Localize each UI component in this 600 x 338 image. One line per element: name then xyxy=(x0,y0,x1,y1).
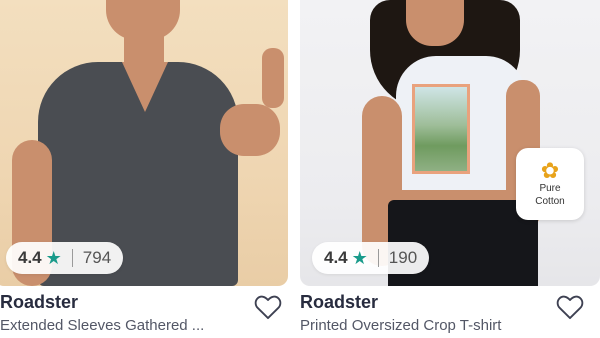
product-image[interactable]: ✿ Pure Cotton 4.4 ★ 190 xyxy=(300,0,600,286)
star-icon: ★ xyxy=(45,247,62,268)
rating-divider xyxy=(377,249,379,267)
rating-pill: 4.4 ★ 794 xyxy=(6,242,124,274)
badge-line2: Cotton xyxy=(535,196,565,207)
product-title: Extended Sleeves Gathered ... xyxy=(0,317,205,334)
product-brand: Roadster xyxy=(300,292,379,312)
rating-count: 190 xyxy=(388,248,418,267)
wishlist-heart-icon[interactable] xyxy=(556,294,584,320)
rating-value: 4.4 xyxy=(324,248,348,267)
product-info[interactable]: Roadster Extended Sleeves Gathered ... xyxy=(0,286,288,338)
model-face xyxy=(106,0,180,40)
product-title: Printed Oversized Crop T-shirt xyxy=(300,317,502,334)
model-fist xyxy=(262,48,284,108)
rating-divider xyxy=(71,249,73,267)
rating-value: 4.4 xyxy=(18,248,42,267)
rating-pill: 4.4 ★ 190 xyxy=(312,242,430,274)
cotton-flower-icon: ✿ xyxy=(540,158,560,183)
model-arm-right xyxy=(220,104,280,156)
rating-count: 794 xyxy=(82,248,112,267)
model-face xyxy=(406,0,464,46)
product-info[interactable]: Roadster Printed Oversized Crop T-shirt xyxy=(300,286,600,338)
star-icon: ★ xyxy=(351,247,368,268)
pure-cotton-badge: ✿ Pure Cotton xyxy=(516,148,584,220)
product-image[interactable]: 4.4 ★ 794 xyxy=(0,0,288,286)
shirt-graphic-print xyxy=(412,84,470,174)
product-brand: Roadster xyxy=(0,292,79,312)
badge-line1: Pure xyxy=(539,183,561,194)
product-card[interactable]: ✿ Pure Cotton 4.4 ★ 190 Roadster Printed… xyxy=(300,0,600,338)
wishlist-heart-icon[interactable] xyxy=(254,294,282,320)
product-card[interactable]: 4.4 ★ 794 Roadster Extended Sleeves Gath… xyxy=(0,0,288,338)
